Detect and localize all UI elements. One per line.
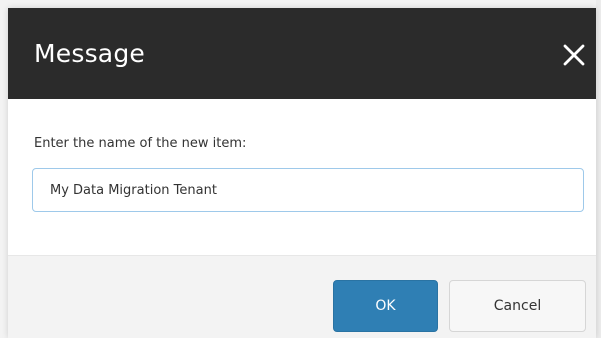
ok-button[interactable]: OK [333,280,438,332]
item-name-prompt: Enter the name of the new item: [34,136,247,151]
message-dialog: Message Enter the name of the new item: … [8,8,596,338]
close-button[interactable] [560,41,588,69]
close-icon [563,44,585,66]
background-edge [596,0,601,338]
dialog-footer: OK Cancel [8,255,596,338]
cancel-button[interactable]: Cancel [449,280,586,332]
dialog-body: Enter the name of the new item: [8,99,596,255]
dialog-title-bar: Message [8,8,596,99]
dialog-title: Message [34,39,145,68]
item-name-input[interactable] [32,168,584,212]
